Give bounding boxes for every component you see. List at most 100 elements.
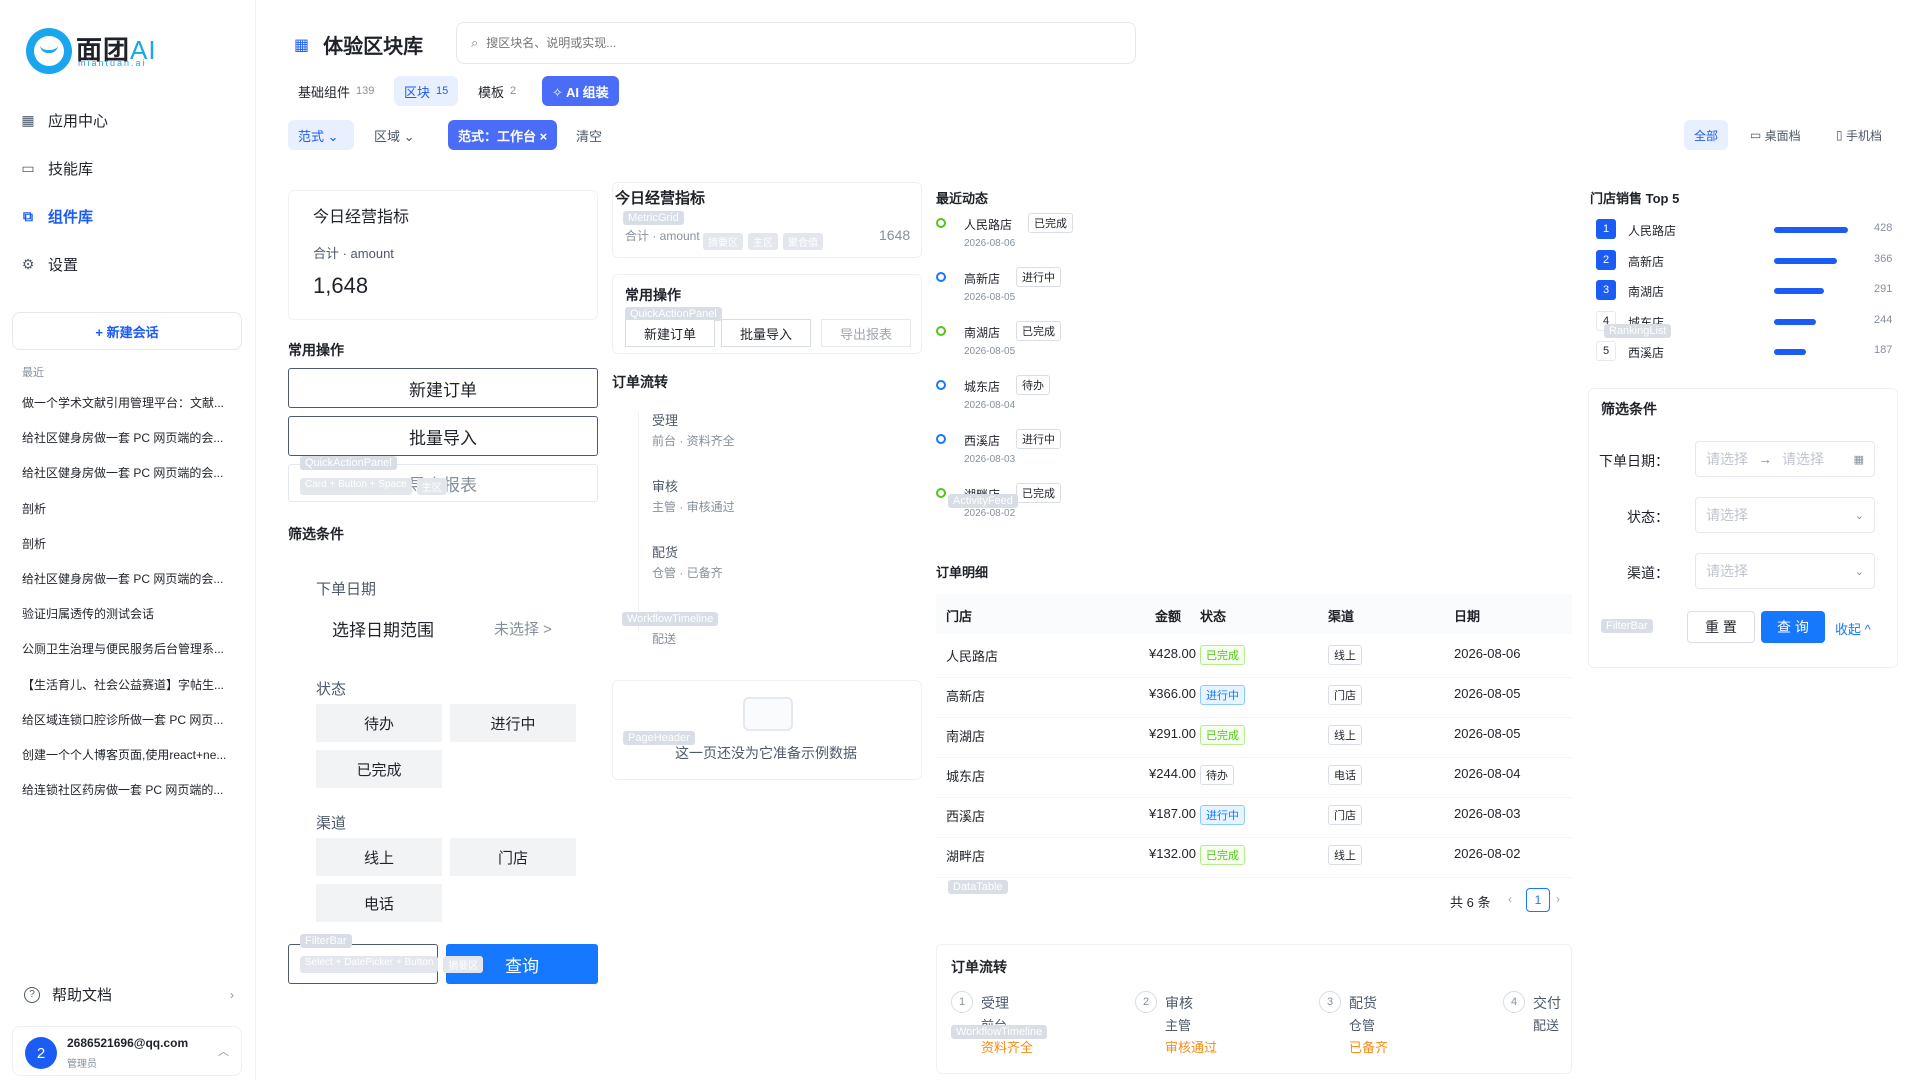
activity-store: 城东店	[964, 380, 1001, 394]
clear-filters[interactable]: 清空	[566, 120, 612, 150]
recent-session-item[interactable]: 剖析	[22, 535, 242, 552]
recent-session-item[interactable]: 给社区健身房做一套 PC 网页端的会...	[22, 429, 242, 446]
step-role: 仓管	[1349, 1018, 1376, 1033]
status-badge: 待办	[1200, 765, 1234, 785]
ranking-list: 门店销售 Top 5 1 人民路店 428 2 高新店 366 3 南湖店 291 4 城东店 244…	[1588, 182, 1898, 372]
tab-templates[interactable]: 模板 2	[468, 76, 526, 106]
rank-bar	[1774, 288, 1848, 294]
new-order-button[interactable]: 新建订单	[288, 368, 598, 408]
status-select[interactable]: 请选择 ⌄	[1695, 497, 1875, 533]
status-badge: 已完成	[1200, 725, 1245, 745]
channel-online[interactable]: 线上	[316, 838, 442, 876]
timeline-dot	[936, 218, 946, 228]
activity-date: 2026-08-04	[964, 400, 1016, 411]
paradigm-chip[interactable]: 范式：工作台 ×	[448, 120, 558, 150]
channel-label: 渠道	[316, 815, 347, 832]
new-order-button[interactable]: 新建订单	[625, 319, 715, 347]
status-todo[interactable]: 待办	[316, 704, 442, 742]
nav-settings[interactable]: ⚙ 设置	[20, 248, 240, 280]
batch-import-button[interactable]: 批量导入	[721, 319, 811, 347]
recent-session-item[interactable]: 剖析	[22, 500, 242, 517]
step-number: 2	[1135, 991, 1157, 1013]
cell-store: 人民路店	[946, 649, 999, 664]
status-badge: 已完成	[1200, 845, 1245, 865]
rank-value: 187	[1874, 344, 1893, 356]
step-name: 审核	[1165, 995, 1193, 1011]
status-done[interactable]: 已完成	[316, 750, 442, 788]
component-tags: Select + DatePicker + Button 摘要区	[300, 956, 484, 973]
rank-value: 366	[1874, 252, 1893, 265]
export-report-button[interactable]: 导出报表	[821, 319, 911, 347]
component-tag: RankingList	[1604, 324, 1672, 338]
channel-store[interactable]: 门店	[450, 838, 576, 876]
recent-session-item[interactable]: 给社区健身房做一套 PC 网页端的会...	[22, 464, 242, 481]
recent-session-item[interactable]: 公厕卫生治理与便民服务后台管理系...	[22, 640, 242, 657]
rank-number: 3	[1596, 280, 1616, 300]
tab-basic[interactable]: 基础组件 139	[288, 76, 384, 106]
metric-title: 今日经营指标	[313, 209, 410, 226]
recent-session-item[interactable]: 做一个学术文献引用管理平台：文献...	[22, 394, 242, 411]
pagination-total: 共 6 条	[1450, 895, 1491, 910]
ai-assemble-button[interactable]: ✧ AI 组装	[542, 76, 619, 106]
recent-session-item[interactable]: 【生活育儿、社会公益赛道】字帖生...	[22, 676, 242, 693]
flow-title: 订单流转	[951, 959, 1007, 975]
view-mobile[interactable]: ▯ 手机档	[1826, 120, 1892, 150]
view-all[interactable]: 全部	[1684, 120, 1729, 150]
orders-title: 订单明细	[936, 565, 989, 580]
page-1[interactable]: 1	[1526, 888, 1550, 912]
cell-date: 2026-08-03	[1454, 806, 1521, 821]
user-card[interactable]: 2 2686521696@qq.com 管理员 ︿	[12, 1026, 242, 1076]
region-filter[interactable]: 区域 ⌄	[364, 120, 425, 150]
nav-components[interactable]: ⧉ 组件库	[20, 200, 240, 232]
rank-bar	[1774, 227, 1848, 233]
channel-select[interactable]: 请选择 ⌄	[1695, 553, 1875, 589]
component-tag: MetricGrid	[623, 211, 684, 225]
date-range-picker[interactable]: 选择日期范围	[332, 616, 434, 641]
workflow-vertical: 受理 前台 · 资料齐全 审核 主管 · 审核通过 配货 仓管 · 已备齐 交付…	[612, 396, 922, 656]
paradigm-filter[interactable]: 范式 ⌄	[288, 120, 354, 150]
next-page-icon[interactable]: ›	[1556, 892, 1560, 906]
nav-app-center[interactable]: ▦ 应用中心	[20, 104, 240, 136]
step-number: 3	[1319, 991, 1341, 1013]
metric-card: 今日经营指标 合计 · amount 1,648	[288, 190, 598, 320]
activity-feed: 最近动态 人民路店 已完成 2026-08-06 高新店 进行中 2026-08-05 南湖…	[936, 182, 1574, 542]
recent-session-item[interactable]: 给连锁社区药房做一套 PC 网页端的...	[22, 781, 242, 798]
search-box[interactable]: ⌕	[456, 22, 1136, 64]
step-role: 配送	[1533, 1018, 1560, 1033]
recent-session-item[interactable]: 给社区健身房做一套 PC 网页端的会...	[22, 570, 242, 587]
sidebar: 面团AI miantuan.ai ▦ 应用中心 ▭ 技能库 ⧉ 组件库 ⚙ 设置 + 新…	[0, 0, 256, 1080]
metric-grid-card: 今日经营指标 MetricGrid 合计 · amount 1648 摘要区 主区…	[612, 182, 922, 258]
date-label: 下单日期	[316, 581, 377, 598]
channel-phone[interactable]: 电话	[316, 884, 442, 922]
prev-page-icon[interactable]: ‹	[1508, 892, 1512, 906]
new-chat-button[interactable]: + 新建会话	[12, 312, 242, 350]
reset-button[interactable]: 重 置	[1687, 611, 1755, 643]
timeline-dot	[936, 434, 946, 444]
help-docs[interactable]: ? 帮助文档 ›	[24, 984, 234, 1005]
cell-amount: ¥244.00	[1149, 766, 1196, 781]
rank-store: 南湖店	[1628, 285, 1665, 299]
user-role: 管理员	[67, 1059, 97, 1070]
collapse-link[interactable]: 收起 ^	[1835, 619, 1871, 638]
tab-blocks[interactable]: 区块 15	[394, 76, 459, 106]
recent-session-item[interactable]: 给区域连锁口腔诊所做一套 PC 网页...	[22, 711, 242, 728]
rank-store: 西溪店	[1628, 346, 1665, 360]
query-button[interactable]: 查 询	[1761, 611, 1825, 643]
view-desktop[interactable]: ▭ 桌面档	[1740, 120, 1811, 150]
recent-session-item[interactable]: 验证归属透传的测试会话	[22, 605, 242, 622]
flow-title: 订单流转	[612, 374, 668, 390]
status-inprogress[interactable]: 进行中	[450, 704, 576, 742]
ranking-title: 门店销售 Top 5	[1590, 191, 1680, 206]
date-range-input[interactable]: 请选择 → 请选择 ▦	[1695, 441, 1875, 477]
activity-title: 最近动态	[936, 191, 989, 206]
cell-date: 2026-08-04	[1454, 766, 1521, 781]
cell-amount: ¥132.00	[1149, 846, 1196, 861]
recent-session-item[interactable]: 创建一个个人博客页面,使用react+ne...	[22, 746, 242, 763]
nav-skills[interactable]: ▭ 技能库	[20, 152, 240, 184]
grid-icon: ▦	[21, 111, 35, 128]
rank-bar-fill	[1774, 349, 1807, 355]
date-unset[interactable]: 未选择 >	[494, 618, 552, 639]
search-input[interactable]	[486, 36, 1135, 50]
empty-text: 这一页还没为它准备示例数据	[675, 745, 857, 761]
batch-import-button[interactable]: 批量导入	[288, 416, 598, 456]
